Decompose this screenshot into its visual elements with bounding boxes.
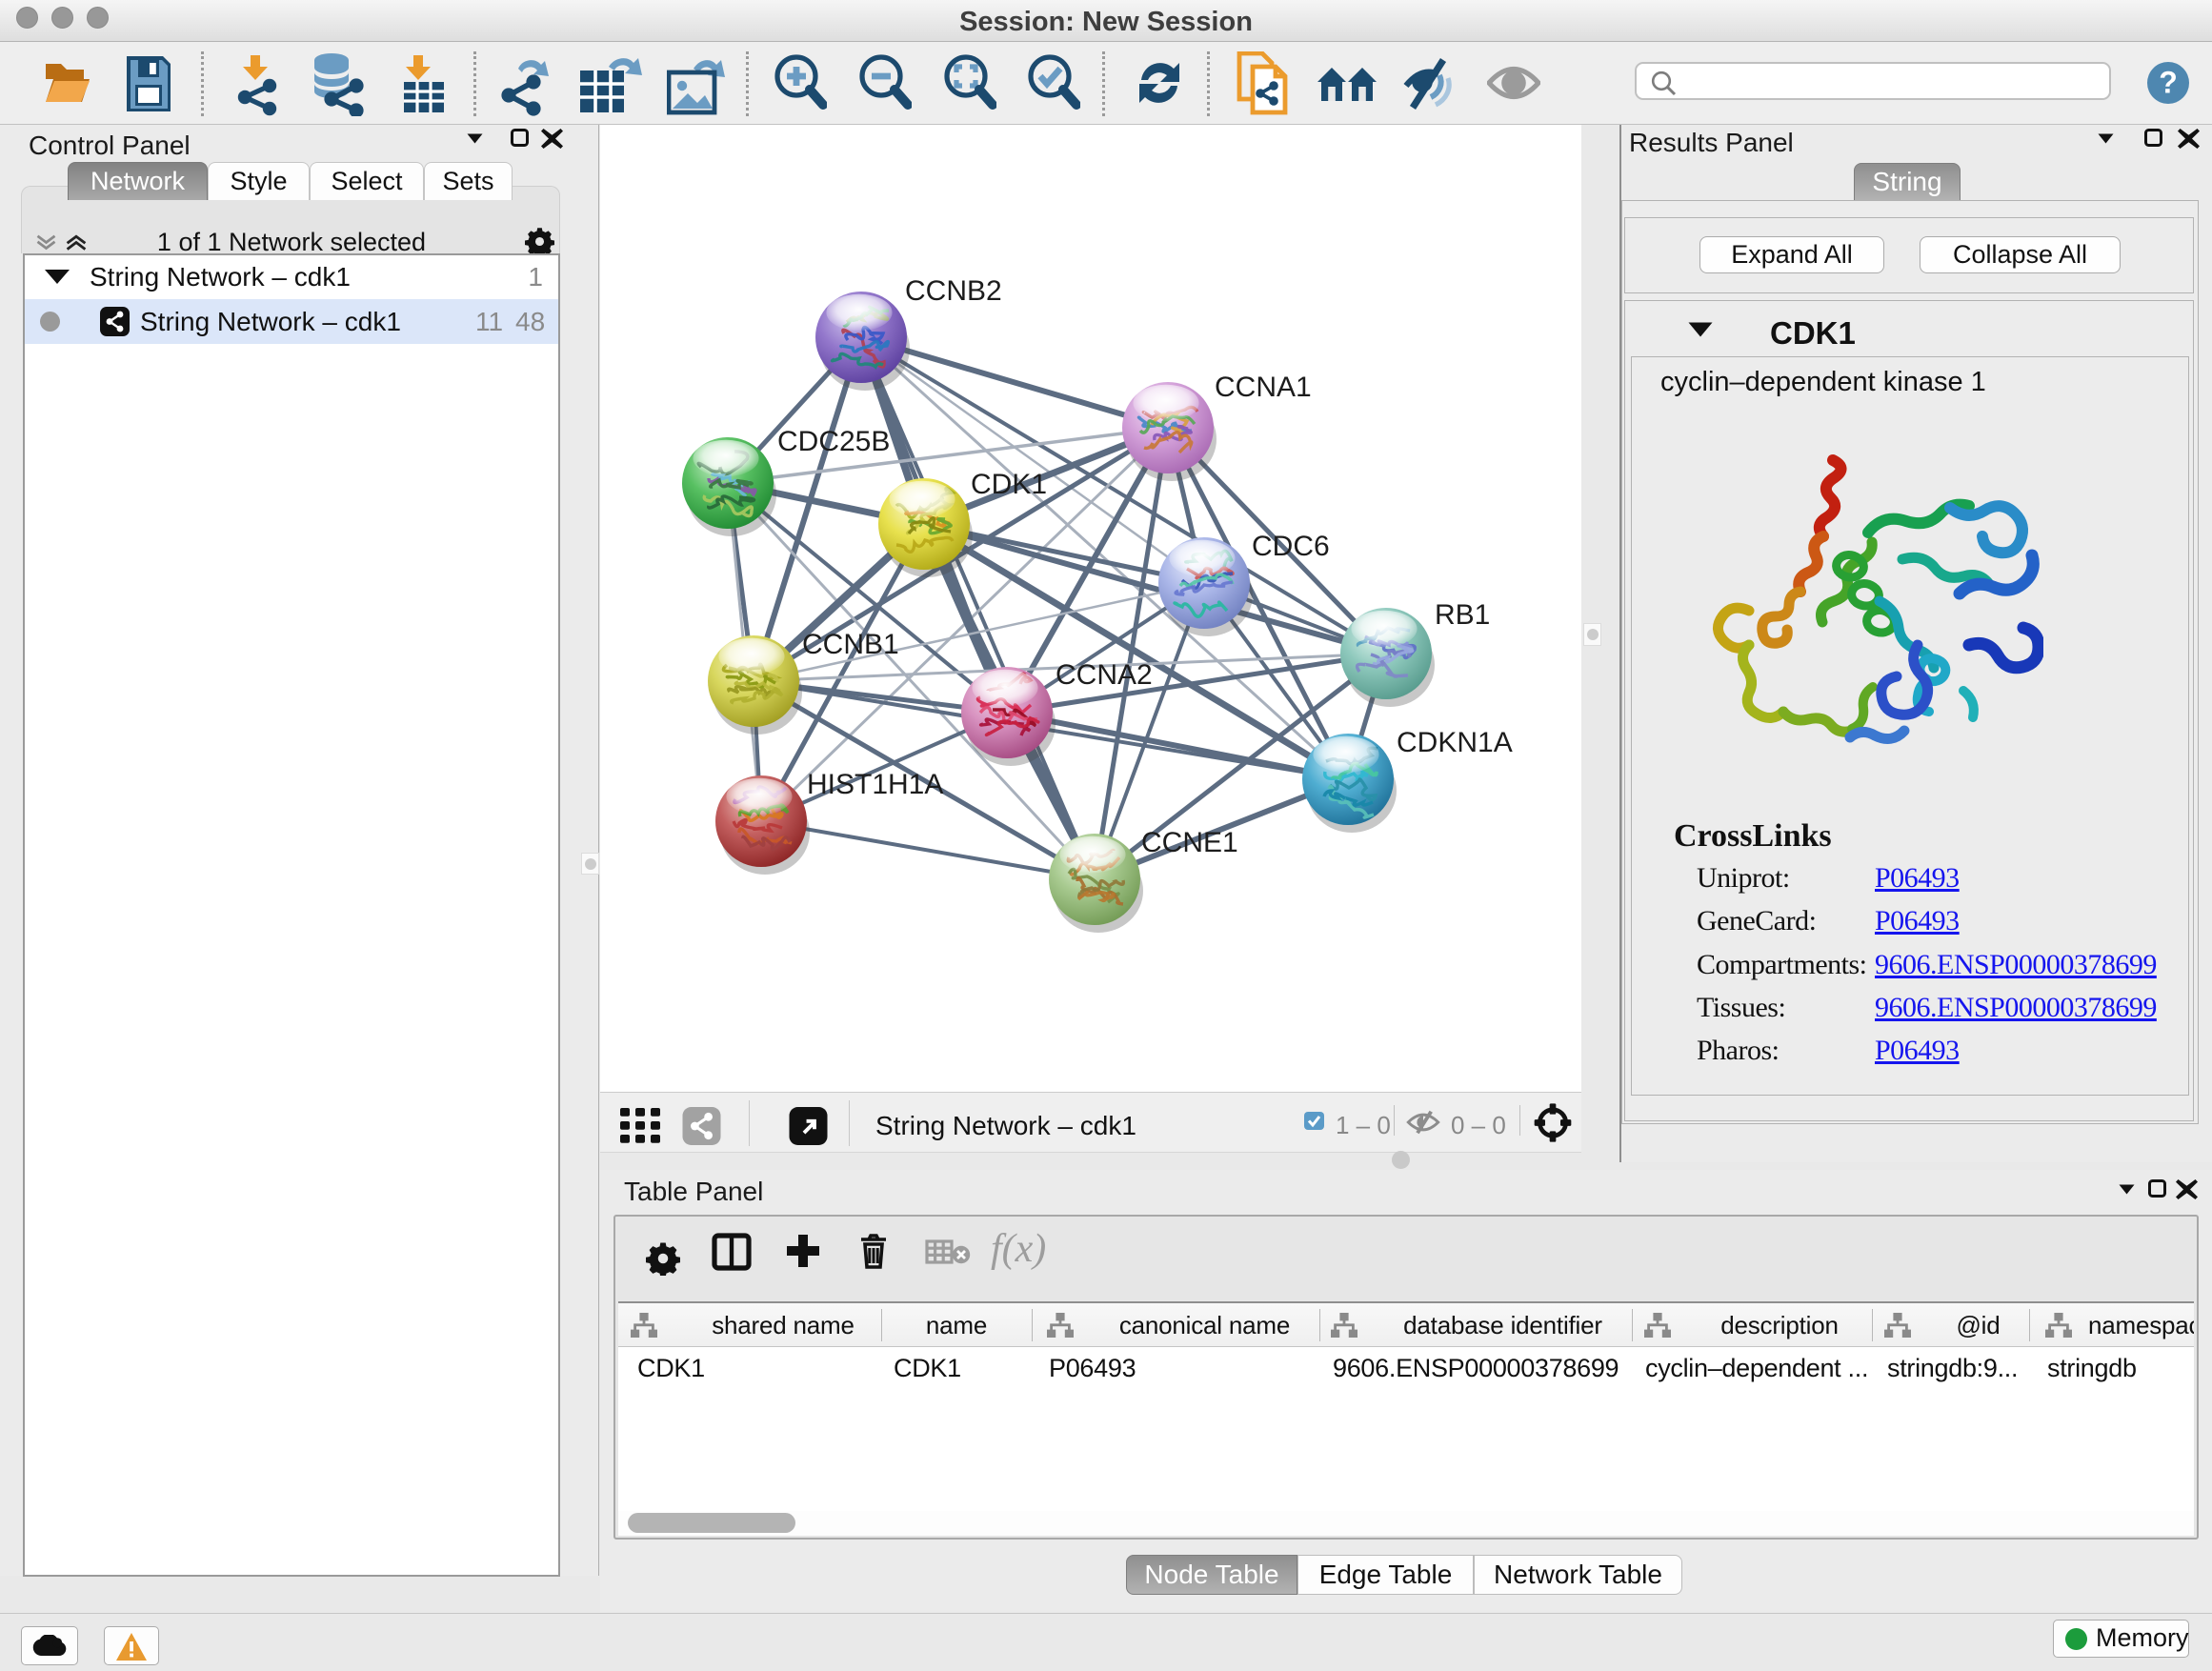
- svg-text:CCNA1: CCNA1: [1215, 372, 1312, 403]
- svg-text:CDKN1A: CDKN1A: [1397, 727, 1513, 758]
- svg-text:CDC6: CDC6: [1252, 531, 1330, 562]
- svg-text:CCNB2: CCNB2: [905, 275, 1002, 307]
- svg-text:CCNE1: CCNE1: [1141, 827, 1238, 858]
- svg-text:CCNB1: CCNB1: [802, 629, 899, 660]
- svg-text:?: ?: [2159, 66, 2178, 100]
- svg-text:HIST1H1A: HIST1H1A: [807, 769, 943, 800]
- svg-text:RB1: RB1: [1435, 599, 1490, 631]
- svg-text:CCNA2: CCNA2: [1056, 659, 1153, 691]
- svg-text:CDK1: CDK1: [971, 469, 1047, 500]
- svg-text:CDC25B: CDC25B: [777, 426, 890, 457]
